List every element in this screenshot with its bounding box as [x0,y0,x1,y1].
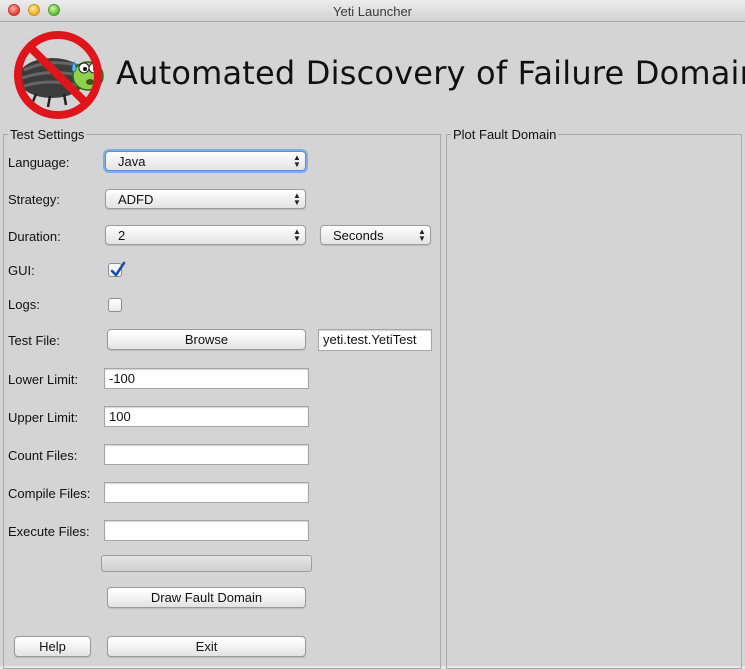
duration-unit-value: Seconds [333,228,384,243]
language-value: Java [118,154,146,169]
strategy-value: ADFD [118,192,154,207]
browse-button[interactable]: Browse [107,329,306,350]
window-title: Yeti Launcher [332,4,413,19]
count-files-label: Count Files: [8,448,78,463]
draw-fault-domain-button[interactable]: Draw Fault Domain [107,587,306,608]
duration-label: Duration: [8,229,61,244]
logs-checkbox[interactable] [108,298,122,312]
duration-value: 2 [118,228,126,243]
execute-files-field[interactable] [104,520,309,541]
gui-checkbox[interactable] [108,261,126,277]
progress-bar [101,555,312,572]
strategy-label: Strategy: [8,192,61,207]
language-select[interactable]: Java ▲ ▼ [105,151,306,171]
title-bar: Yeti Launcher [0,0,745,22]
updown-arrows-icon: ▲ ▼ [293,153,301,169]
help-button[interactable]: Help [14,636,91,657]
test-file-field[interactable]: yeti.test.YetiTest [318,329,432,351]
updown-arrows-icon: ▲ ▼ [418,227,426,243]
updown-arrows-icon: ▲ ▼ [293,191,301,207]
no-bug-logo-icon [10,28,110,122]
exit-button[interactable]: Exit [107,636,306,657]
compile-files-label: Compile Files: [8,486,91,501]
count-files-field[interactable] [104,444,309,465]
logs-label: Logs: [8,297,40,312]
duration-unit-select[interactable]: Seconds ▲ ▼ [320,225,431,245]
lower-limit-label: Lower Limit: [8,372,79,387]
test-settings-legend: Test Settings [8,127,87,142]
language-label: Language: [8,155,70,170]
app-headline: Automated Discovery of Failure Domain [116,54,745,92]
plot-fault-domain-legend: Plot Fault Domain [451,127,559,142]
duration-select[interactable]: 2 ▲ ▼ [105,225,306,245]
strategy-select[interactable]: ADFD ▲ ▼ [105,189,306,209]
execute-files-label: Execute Files: [8,524,90,539]
upper-limit-label: Upper Limit: [8,410,79,425]
gui-label: GUI: [8,263,35,278]
upper-limit-field[interactable]: 100 [104,406,309,427]
window-content: Automated Discovery of Failure Domain Te… [0,22,745,669]
updown-arrows-icon: ▲ ▼ [293,227,301,243]
check-mark-icon [110,261,126,277]
lower-limit-field[interactable]: -100 [104,368,309,389]
test-file-label: Test File: [8,333,61,348]
compile-files-field[interactable] [104,482,309,503]
plot-fault-domain-panel: Plot Fault Domain [446,127,742,669]
